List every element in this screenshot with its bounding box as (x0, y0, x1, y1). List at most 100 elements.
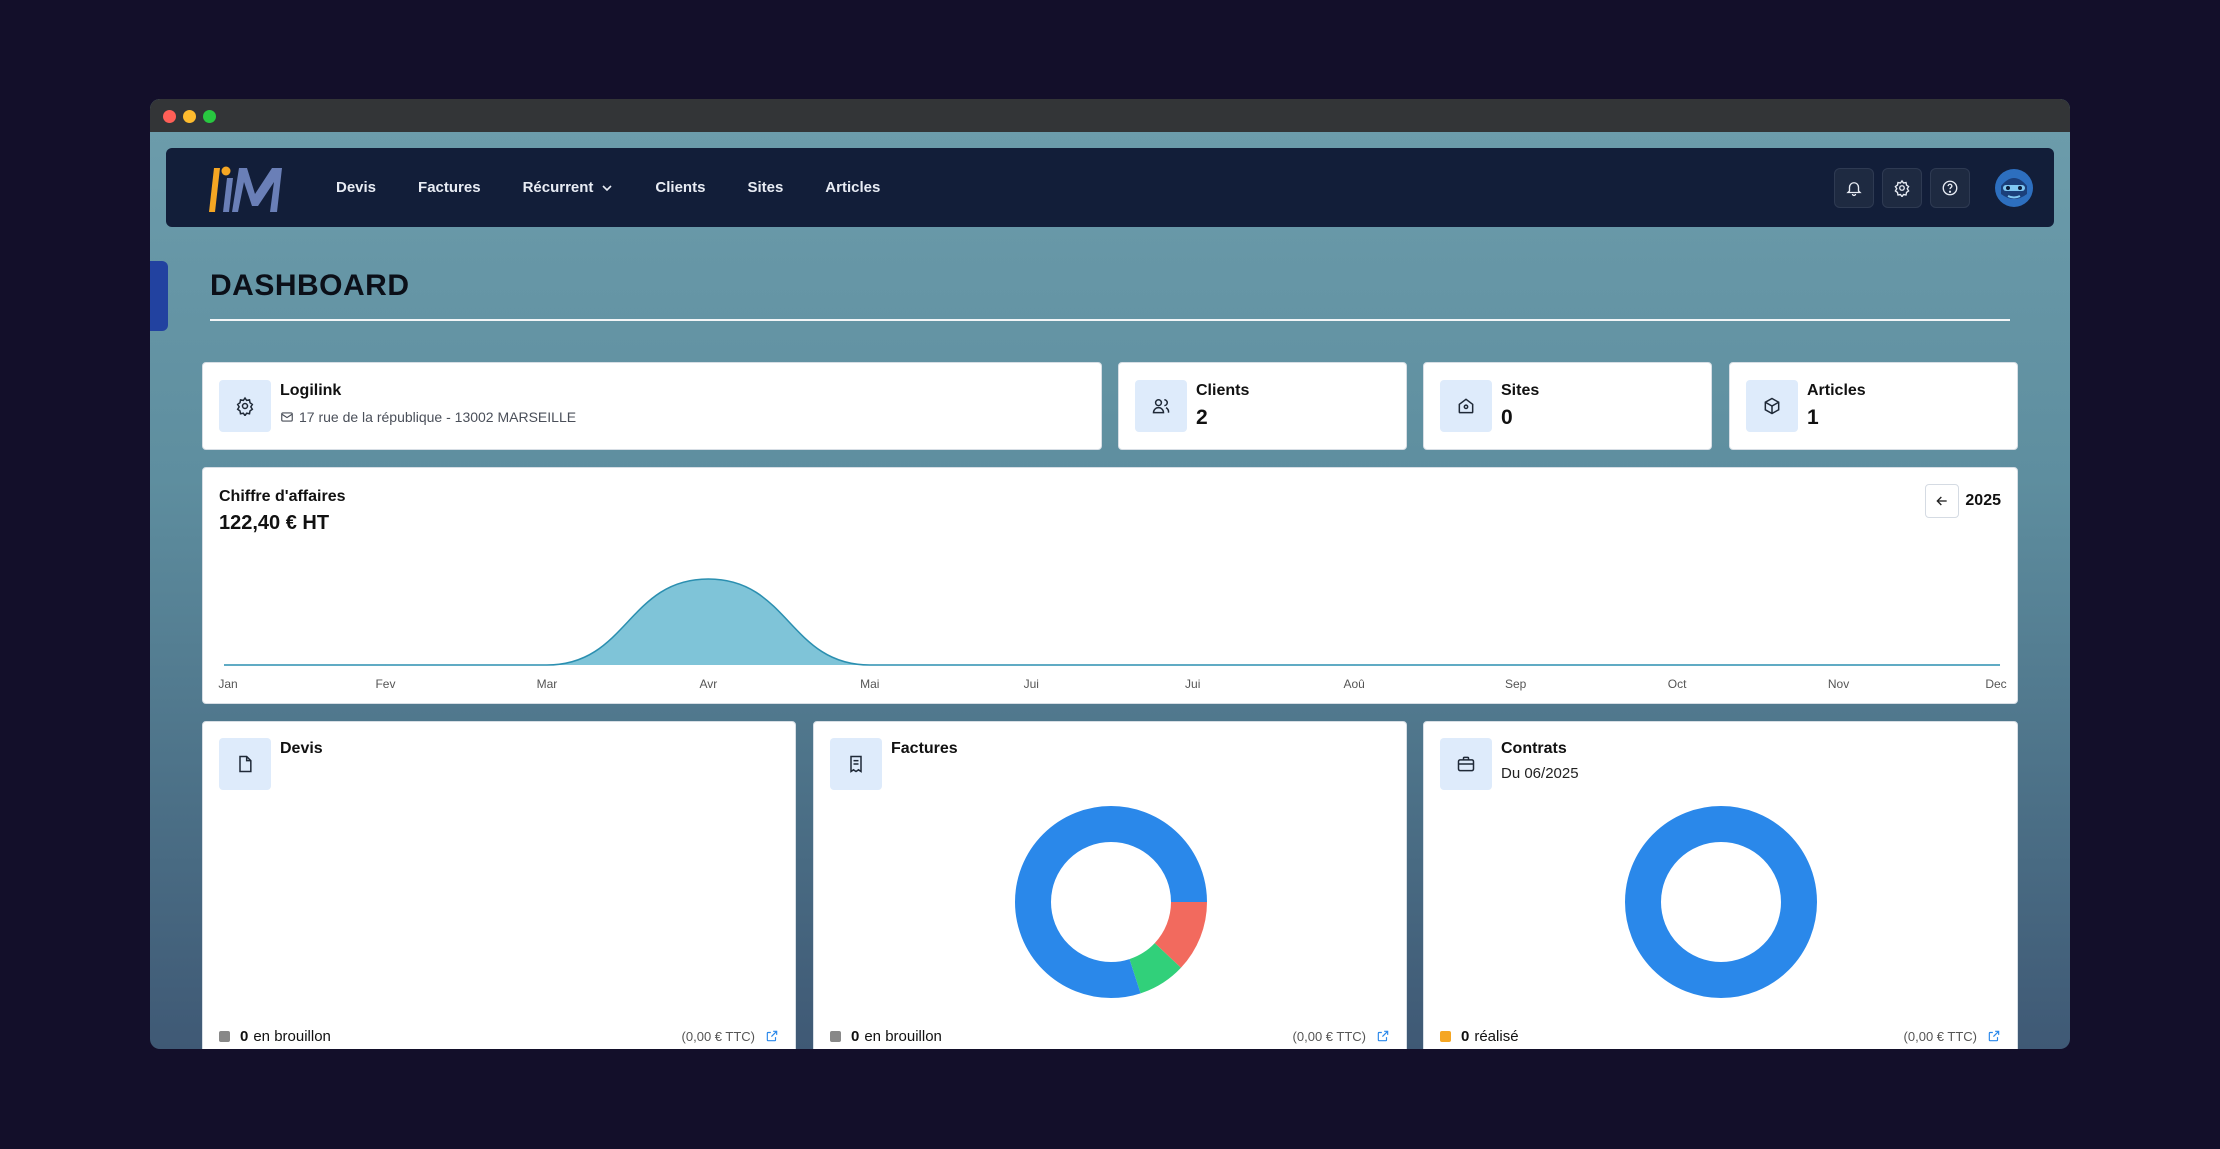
factures-panel: Factures 0 en brouillon (0,00 € TTC) (813, 721, 1407, 1049)
home-icon (1458, 398, 1474, 414)
month-tick-label: Jan (218, 677, 238, 691)
month-tick-label: Fev (375, 677, 396, 691)
clients-label: Clients (1196, 382, 1250, 399)
factures-status: en brouillon (864, 1027, 942, 1045)
month-tick-label: Aoû (1343, 677, 1365, 691)
contrats-legend-swatch (1440, 1030, 1451, 1042)
revenue-chart (223, 578, 2001, 666)
arrow-left-icon (1936, 496, 1947, 506)
chevron-down-icon (601, 182, 613, 194)
donut-segment (1625, 806, 1817, 998)
nav-devis[interactable]: Devis (336, 179, 376, 196)
user-avatar[interactable] (1994, 168, 2034, 208)
devis-icon-box (219, 738, 271, 790)
contrats-donut-chart (1625, 806, 1817, 998)
nav-recurrent[interactable]: Récurrent (523, 179, 614, 196)
page-title: DASHBOARD (210, 269, 410, 302)
clients-icon-box (1135, 380, 1187, 432)
month-tick-label: Mai (860, 677, 880, 691)
gear-icon (236, 396, 254, 416)
devis-amount: (0,00 € TTC) (681, 1028, 755, 1044)
devis-panel: Devis 0 en brouillon (0,00 € TTC) (202, 721, 796, 1049)
devis-status: en brouillon (253, 1027, 331, 1045)
minimize-window-button[interactable] (183, 110, 196, 123)
nav-articles[interactable]: Articles (825, 179, 880, 196)
contrats-open-link[interactable] (1987, 1029, 2001, 1043)
external-link-icon (766, 1030, 778, 1042)
app-logo[interactable] (208, 162, 288, 214)
articles-label: Articles (1807, 382, 1866, 399)
sites-count: 0 (1501, 406, 1513, 429)
notifications-button[interactable] (1834, 167, 1874, 208)
sites-icon-box (1440, 380, 1492, 432)
contrats-panel: Contrats Du 06/2025 0 réalisé (0,00 € TT… (1423, 721, 2018, 1049)
factures-donut-chart (1015, 806, 1207, 998)
month-tick-label: Avr (699, 677, 718, 691)
revenue-area (224, 579, 2000, 665)
external-link-icon (1988, 1030, 2000, 1042)
gear-icon (1894, 179, 1910, 197)
nav-clients[interactable]: Clients (655, 179, 705, 196)
box-icon (1764, 397, 1780, 415)
company-address-text: 17 rue de la république - 13002 MARSEILL… (299, 409, 577, 425)
clients-stat-card[interactable]: Clients 2 (1118, 362, 1407, 450)
factures-icon-box (830, 738, 882, 790)
company-name: Logilink (280, 382, 342, 399)
briefcase-icon (1457, 756, 1475, 772)
articles-count: 1 (1807, 406, 1819, 429)
maximize-window-button[interactable] (203, 110, 216, 123)
sidebar-toggle[interactable] (150, 261, 168, 331)
help-button[interactable] (1930, 167, 1970, 208)
nav-actions (1834, 148, 2054, 227)
browser-window: Devis Factures Récurrent Clients Sites A… (150, 99, 2070, 1049)
nav-factures[interactable]: Factures (418, 179, 481, 196)
nav-sites[interactable]: Sites (747, 179, 783, 196)
month-tick-label: Oct (1667, 677, 1687, 691)
month-tick-label: Jui (1185, 677, 1201, 691)
sites-stat-card[interactable]: Sites 0 (1423, 362, 1712, 450)
main-nav: Devis Factures Récurrent Clients Sites A… (336, 148, 922, 227)
contrats-status: réalisé (1474, 1027, 1519, 1045)
month-tick-label: Jui (1023, 677, 1039, 691)
factures-count: 0 (851, 1027, 860, 1045)
year-label: 2025 (1965, 492, 2001, 509)
month-axis: Jan Fev Mar Avr Mai Jui Jui Aoû Sep Oct Nov Dec (215, 677, 2015, 693)
devis-footer: 0 en brouillon (0,00 € TTC) (219, 1026, 779, 1046)
factures-open-link[interactable] (1376, 1029, 1390, 1043)
company-address: 17 rue de la république - 13002 MARSEILL… (280, 409, 576, 425)
users-icon (1152, 399, 1170, 414)
company-icon-box (219, 380, 271, 432)
devis-open-link[interactable] (765, 1029, 779, 1043)
contrats-footer: 0 réalisé (0,00 € TTC) (1440, 1026, 2001, 1046)
factures-amount: (0,00 € TTC) (1292, 1028, 1366, 1044)
contrats-count: 0 (1461, 1027, 1470, 1045)
month-tick-label: Sep (1504, 677, 1527, 691)
title-divider (210, 319, 2010, 321)
month-tick-label: Dec (1985, 677, 2007, 691)
company-card[interactable]: Logilink 17 rue de la république - 13002… (202, 362, 1102, 450)
settings-button[interactable] (1882, 167, 1922, 208)
devis-count: 0 (240, 1027, 249, 1045)
contrats-period: Du 06/2025 (1501, 765, 1579, 782)
window-titlebar (150, 99, 2070, 132)
top-navbar: Devis Factures Récurrent Clients Sites A… (166, 148, 2054, 227)
factures-title: Factures (891, 740, 958, 757)
revenue-label: Chiffre d'affaires (219, 488, 346, 505)
close-window-button[interactable] (163, 110, 176, 123)
factures-legend-swatch (830, 1030, 841, 1042)
revenue-chart-card: Chiffre d'affaires 122,40 € HT 2025 Jan F… (202, 467, 2018, 704)
external-link-icon (1377, 1030, 1389, 1042)
mail-icon (281, 412, 293, 422)
previous-year-button[interactable] (1925, 484, 1959, 518)
devis-legend-swatch (219, 1030, 230, 1042)
contrats-amount: (0,00 € TTC) (1903, 1028, 1977, 1044)
articles-icon-box (1746, 380, 1798, 432)
articles-stat-card[interactable]: Articles 1 (1729, 362, 2018, 450)
factures-footer: 0 en brouillon (0,00 € TTC) (830, 1026, 1390, 1046)
devis-title: Devis (280, 740, 323, 757)
revenue-value: 122,40 € HT (219, 512, 330, 534)
sites-label: Sites (1501, 382, 1540, 399)
contrats-title: Contrats (1501, 740, 1567, 757)
help-icon (1942, 180, 1958, 195)
document-icon (239, 755, 252, 773)
